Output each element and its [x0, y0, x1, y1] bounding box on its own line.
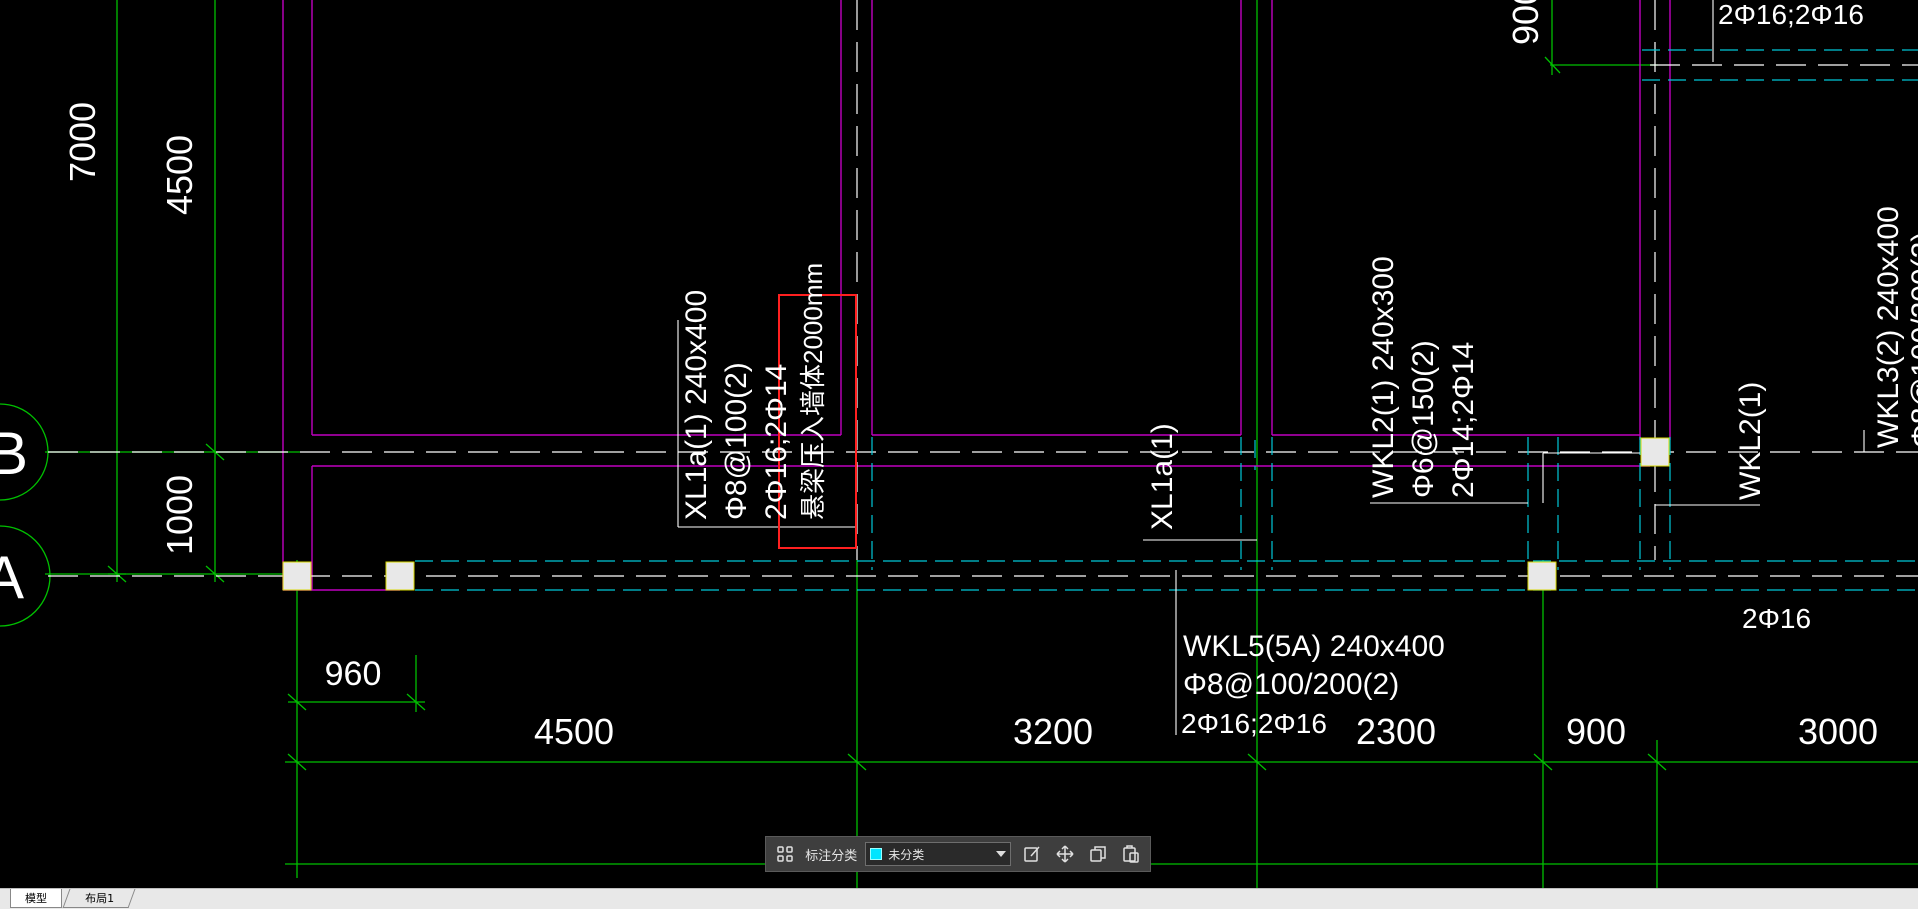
- rebar-2phi16-label: 2Φ16: [1742, 603, 1811, 634]
- beam-wkl2-name: WKL2(1) 240x300: [1367, 256, 1400, 498]
- beam-xl1a-stirrup: Φ8@100(2): [720, 362, 753, 520]
- dimension-lines: [45, 0, 1918, 888]
- category-select[interactable]: 未分类: [865, 842, 1012, 866]
- dim-960: 960: [325, 655, 382, 693]
- center-lines: [48, 0, 1918, 577]
- beam-wkl2-stirrup: Φ6@150(2): [1407, 340, 1440, 498]
- beam-wkl5-stirrup: Φ8@100/200(2): [1183, 668, 1399, 701]
- tab-layout1-label: 布局1: [84, 892, 114, 905]
- axis-label-a: A: [0, 544, 24, 611]
- top-rebar-label: 2Φ16;2Φ16: [1718, 0, 1864, 30]
- axis-label-b: B: [0, 420, 28, 487]
- tab-model[interactable]: 模型: [10, 889, 62, 908]
- beam-wkl5-name: WKL5(5A) 240x400: [1183, 630, 1445, 663]
- dim-bottom-3200: 3200: [1013, 711, 1093, 752]
- beam-wkl3-stirrup: Φ8@100/200(2): [1906, 232, 1918, 448]
- dim-bottom-2300: 2300: [1356, 711, 1436, 752]
- dim-bottom-4500: 4500: [534, 711, 614, 752]
- cantilever-note: 悬梁压入墙体2000mm: [798, 263, 828, 520]
- move-icon[interactable]: [1052, 841, 1077, 867]
- annotation-toolbar: 标注分类 未分类: [765, 836, 1151, 872]
- xl1a-short-label: XL1a(1): [1146, 423, 1179, 530]
- dim-left-4500: 4500: [159, 135, 200, 215]
- grid-icon[interactable]: [772, 841, 797, 867]
- dim-left-7000: 7000: [62, 102, 103, 182]
- edit-icon[interactable]: [1019, 841, 1044, 867]
- dim-top-right-900: 900: [1505, 0, 1546, 45]
- tab-layout1[interactable]: 布局1: [62, 889, 136, 908]
- category-label: 标注分类: [805, 848, 858, 864]
- chevron-down-icon: [996, 851, 1007, 857]
- category-select-value: 未分类: [888, 847, 925, 862]
- cad-drawing-canvas[interactable]: 7000 4500 1000 900 B A XL1a(1) 240x400 Φ…: [0, 0, 1918, 888]
- wkl2-short-label: WKL2(1): [1734, 382, 1767, 500]
- beam-wkl2-rebar: 2Φ14;2Φ14: [1447, 342, 1480, 498]
- dim-bottom-900: 900: [1566, 711, 1626, 752]
- beam-outlines: [282, 0, 1671, 591]
- dim-left-1000: 1000: [159, 475, 200, 555]
- beam-xl1a-name: XL1a(1) 240x400: [680, 290, 713, 520]
- paste-icon[interactable]: [1119, 841, 1144, 867]
- beam-xl1a-rebar: 2Φ16;2Φ14: [760, 364, 793, 520]
- category-color-swatch: [870, 848, 883, 860]
- beam-wkl5-rebar: 2Φ16;2Φ16: [1181, 708, 1327, 739]
- copy-icon[interactable]: [1086, 841, 1111, 867]
- beam-wkl3-name: WKL3(2) 240x400: [1872, 206, 1905, 448]
- tab-model-label: 模型: [25, 892, 47, 905]
- layout-tab-bar: 模型 布局1: [0, 888, 1918, 909]
- dim-bottom-3000: 3000: [1798, 711, 1878, 752]
